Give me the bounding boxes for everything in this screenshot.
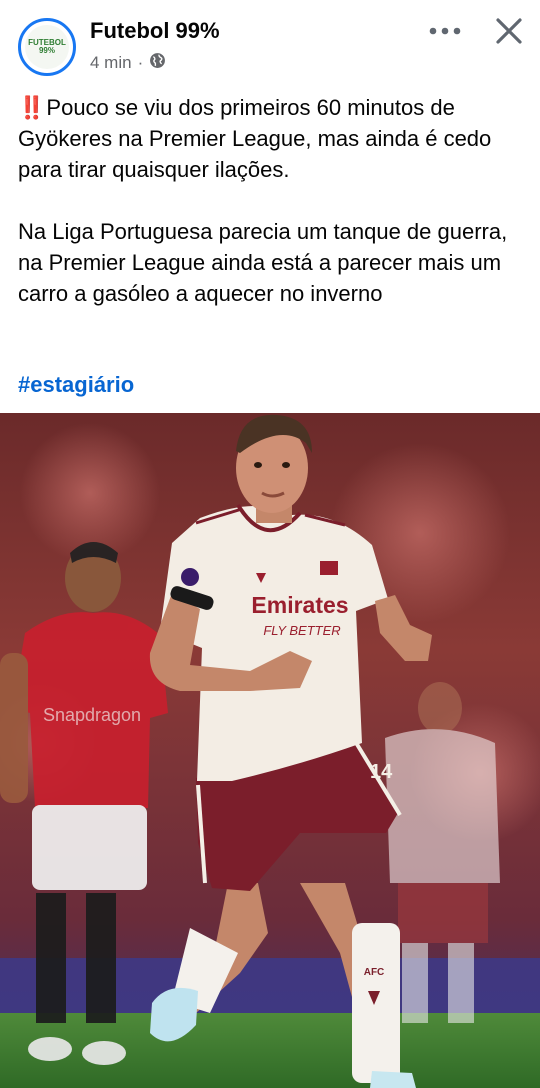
- hashtag-link[interactable]: #estagiário: [18, 372, 134, 398]
- post-paragraph-1: ‼️ Pouco se viu dos primeiros 60 minutos …: [18, 92, 528, 185]
- more-horizontal-icon: [429, 27, 461, 35]
- post-paragraph-2: Na Liga Portuguesa parecia um tanque de …: [18, 219, 508, 306]
- svg-text:Emirates: Emirates: [251, 592, 348, 618]
- football-player-image: Snapdragon AFC 14 Emirates FLY BETTER: [0, 413, 540, 1088]
- close-icon: [496, 18, 522, 44]
- svg-text:FLY BETTER: FLY BETTER: [263, 623, 340, 638]
- post-time[interactable]: 4 min: [90, 53, 132, 73]
- post-photo[interactable]: Snapdragon AFC 14 Emirates FLY BETTER: [0, 413, 540, 1088]
- post-header: FUTEBOL 99% Futebol 99% 4 min ·: [0, 0, 540, 90]
- svg-text:Snapdragon: Snapdragon: [43, 705, 141, 725]
- double-exclamation-emoji: ‼️: [18, 95, 45, 120]
- svg-text:AFC: AFC: [364, 967, 385, 978]
- facebook-post: FUTEBOL 99% Futebol 99% 4 min · ‼️ Pouco…: [0, 0, 540, 1088]
- page-avatar[interactable]: FUTEBOL 99%: [18, 18, 76, 76]
- post-text: ‼️ Pouco se viu dos primeiros 60 minutos …: [18, 92, 528, 340]
- more-options-button[interactable]: [424, 14, 466, 48]
- svg-text:14: 14: [370, 761, 393, 783]
- paragraph-1-text: Pouco se viu dos primeiros 60 minutos de…: [18, 95, 492, 182]
- globe-icon: [149, 52, 166, 74]
- page-name[interactable]: Futebol 99%: [90, 18, 220, 44]
- post-meta: 4 min ·: [90, 52, 166, 74]
- close-button[interactable]: [490, 12, 528, 50]
- page-logo: FUTEBOL 99%: [25, 25, 69, 69]
- meta-separator: ·: [137, 53, 144, 72]
